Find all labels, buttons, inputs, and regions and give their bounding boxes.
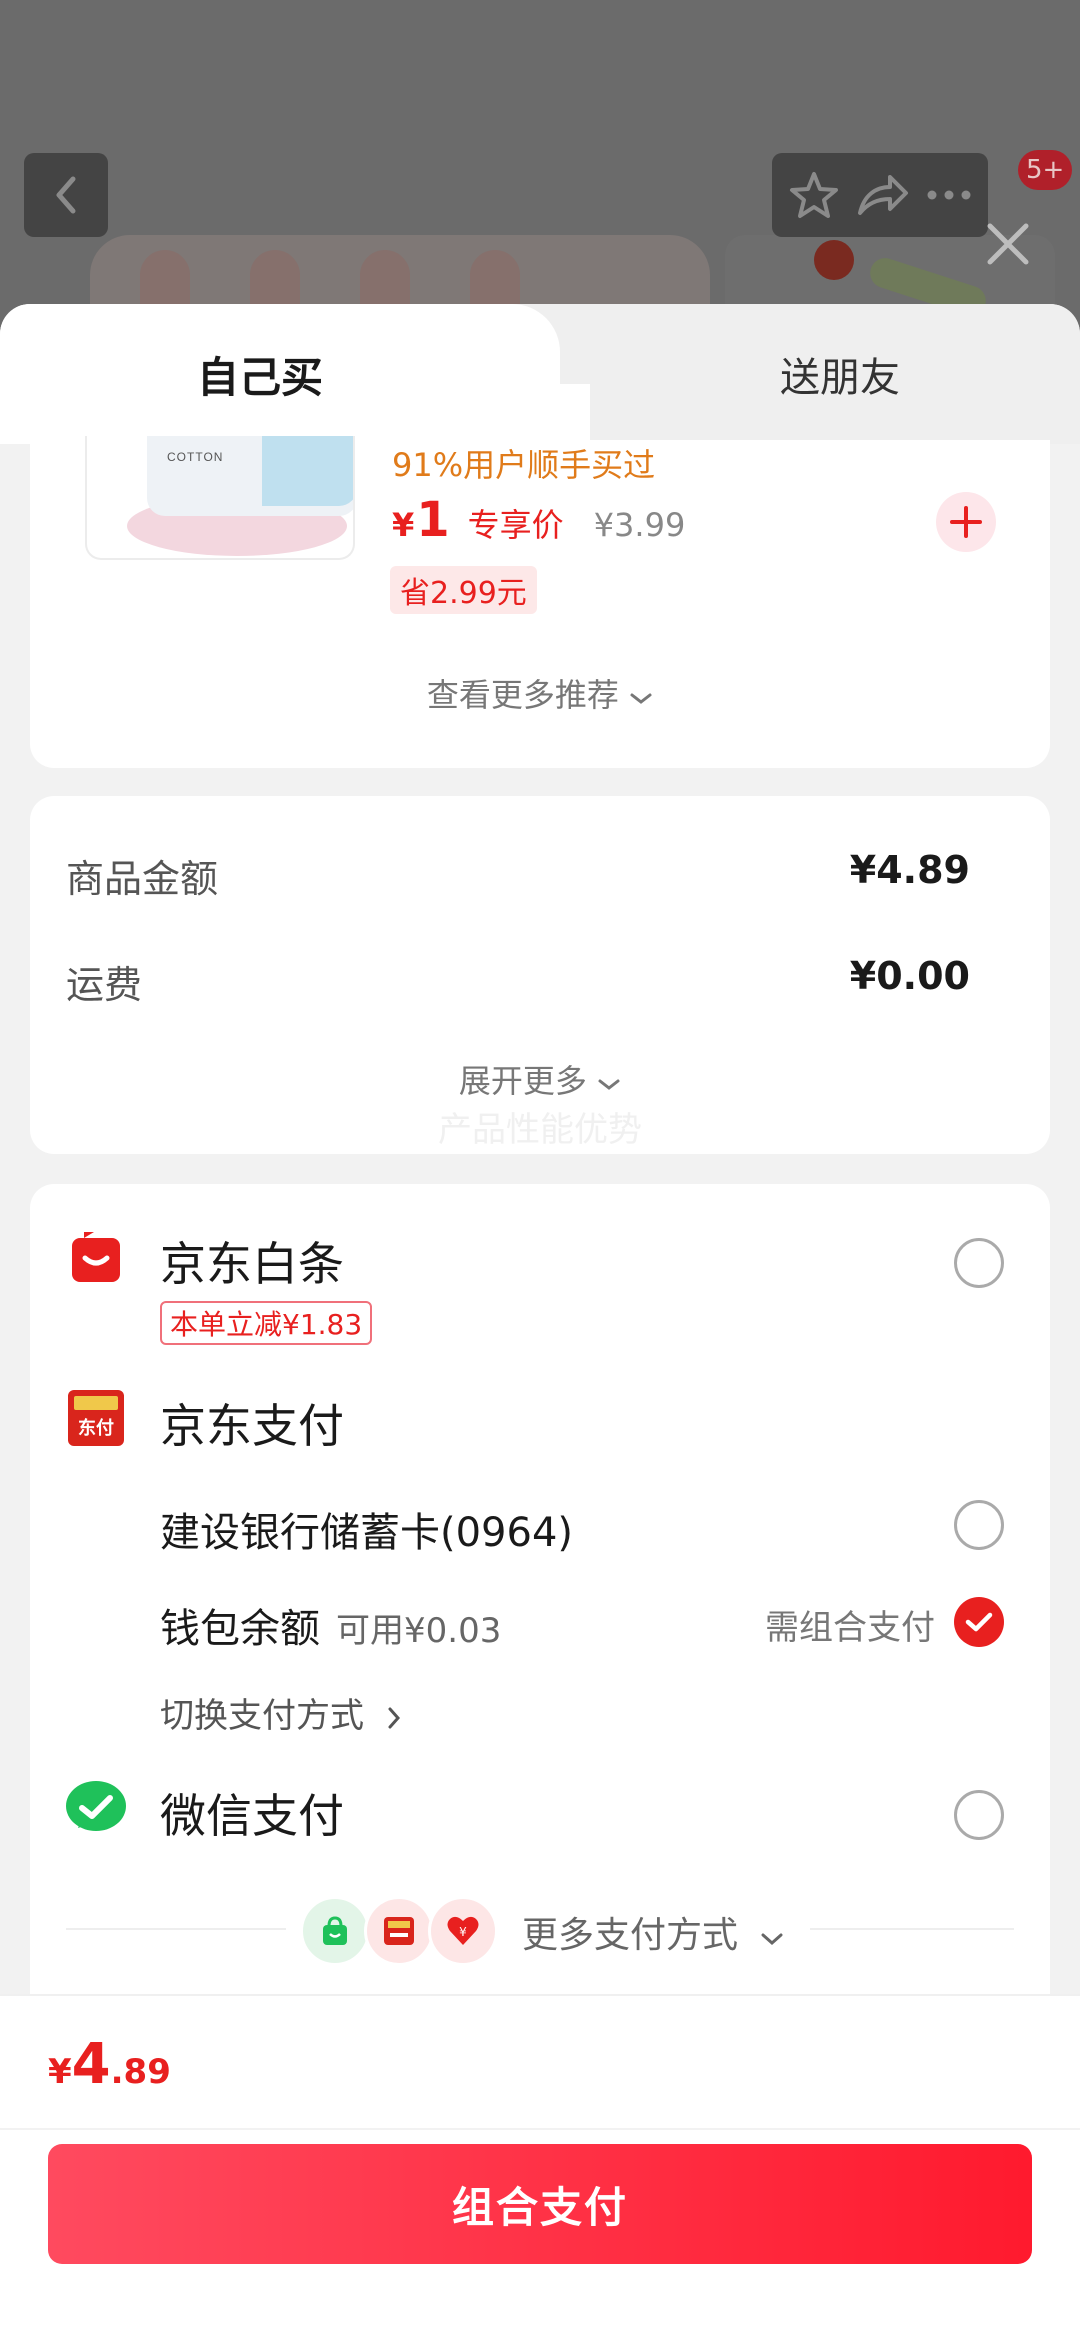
recommendation-price: ¥ 1 专享价 ¥3.99: [392, 492, 685, 548]
chevron-down-icon: [761, 1933, 783, 1946]
share-icon[interactable]: [856, 171, 910, 219]
tab-self-buy-label: 自己买: [196, 352, 323, 402]
checkout-bottom-bar: ¥ 4 .89 组合支付: [0, 1994, 1080, 2344]
wallet-label: 钱包余额: [160, 1606, 320, 1652]
amount-card: 商品金额 ¥4.89 运费 ¥0.00 展开更多 产品性能优势: [30, 796, 1050, 1154]
product-thumbnail-tomato: [814, 240, 854, 280]
jd-baitiao-icon: [72, 1232, 120, 1282]
recommendation-tag: 91%用户顺手买过: [392, 446, 656, 484]
total-decimal: .89: [110, 2052, 171, 2092]
chevron-right-icon: [388, 1707, 400, 1728]
plus-icon: [950, 506, 982, 538]
shipping-label: 运费: [66, 963, 143, 1007]
product-package-text: COTTON: [167, 450, 224, 464]
wallet-available: 可用¥0.03: [336, 1611, 502, 1651]
top-action-group: [772, 153, 988, 237]
chevron-down-icon: [630, 693, 652, 704]
purchase-tabs: 送朋友 自己买: [0, 304, 1080, 444]
shopping-bag-icon: [300, 1896, 370, 1966]
baitiao-radio[interactable]: [954, 1238, 1004, 1288]
wallet-option[interactable]: 钱包余额 可用¥0.03: [160, 1596, 501, 1654]
divider-right: [810, 1928, 1014, 1930]
jd-pay-icon: 东付: [68, 1390, 124, 1446]
goods-amount-value: ¥4.89: [849, 848, 970, 892]
save-badge: 省2.99元: [390, 566, 537, 614]
more-payment-methods-button[interactable]: 更多支付方式: [522, 1906, 785, 1958]
recommendation-card: COTTON 91%用户顺手买过 ¥ 1 专享价 ¥3.99 省2.99元 查看…: [30, 436, 1050, 768]
tab-self-buy[interactable]: 自己买: [0, 304, 590, 444]
total-integer: 4: [71, 2032, 111, 2097]
shipping-value: ¥0.00: [849, 954, 970, 998]
svg-text:¥: ¥: [459, 1925, 467, 1939]
divider-left: [66, 1928, 286, 1930]
back-button[interactable]: [24, 153, 108, 237]
expand-more-button[interactable]: 展开更多: [30, 1056, 1050, 1102]
chevron-down-icon: [598, 1079, 620, 1090]
product-image-package-label: [262, 436, 353, 506]
price-value: 1: [416, 492, 450, 548]
see-more-label: 查看更多推荐: [426, 676, 619, 714]
switch-payment-label: 切换支付方式: [160, 1696, 364, 1736]
product-image[interactable]: COTTON: [85, 436, 355, 560]
add-to-order-button[interactable]: [936, 492, 996, 552]
close-icon[interactable]: [982, 218, 1034, 270]
favorite-star-icon[interactable]: [788, 169, 840, 221]
baitiao-discount-badge: 本单立减¥1.83: [160, 1301, 373, 1345]
watermark-text: 产品性能优势: [438, 1110, 642, 1150]
wechat-pay-name: 微信支付: [160, 1789, 344, 1843]
need-combo-text: 需组合支付: [765, 1608, 935, 1648]
bottom-divider: [0, 2128, 1080, 2130]
switch-payment-button[interactable]: 切换支付方式: [160, 1688, 403, 1737]
wechat-radio[interactable]: [954, 1790, 1004, 1840]
see-more-recommendations[interactable]: 查看更多推荐: [30, 670, 1050, 716]
more-payment-icons: ¥: [300, 1896, 498, 1966]
more-dots-icon[interactable]: [926, 189, 972, 201]
wallet-radio-checked[interactable]: [954, 1597, 1004, 1647]
total-currency: ¥: [48, 2052, 72, 2092]
expand-more-label: 展开更多: [458, 1062, 587, 1100]
goods-amount-label: 商品金额: [66, 857, 219, 901]
more-payment-label: 更多支付方式: [522, 1915, 739, 1956]
chevron-left-icon: [56, 176, 76, 214]
check-icon: [965, 1612, 993, 1632]
price-label: 专享价: [467, 506, 564, 544]
combo-pay-button[interactable]: 组合支付: [48, 2144, 1032, 2264]
jd-pay-name: 京东支付: [160, 1399, 344, 1453]
bank-card-option[interactable]: 建设银行储蓄卡(0964): [160, 1500, 573, 1558]
total-amount: ¥ 4 .89: [48, 2032, 171, 2097]
jd-pay-small-icon: [364, 1896, 434, 1966]
jd-baitiao-name: 京东白条: [160, 1237, 344, 1291]
tab-gift-friend[interactable]: 送朋友: [600, 304, 1080, 444]
wechat-pay-icon: [66, 1781, 126, 1831]
heart-pay-icon: ¥: [428, 1896, 498, 1966]
price-currency: ¥: [392, 506, 415, 544]
jd-pay-icon-text: 东付: [78, 1418, 114, 1439]
original-price: ¥3.99: [593, 506, 686, 544]
message-count-badge: 5+: [1018, 150, 1073, 190]
bank-card-radio[interactable]: [954, 1500, 1004, 1550]
